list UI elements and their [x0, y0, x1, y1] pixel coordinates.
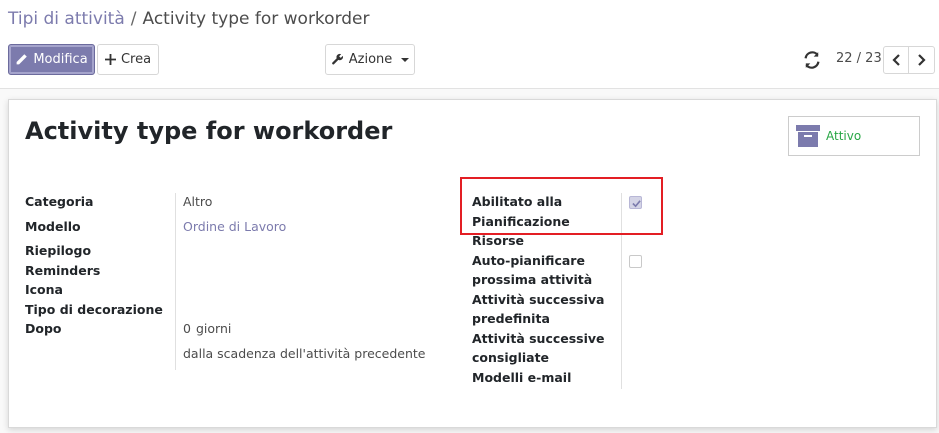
left-column-divider — [175, 193, 176, 370]
wrench-icon — [331, 53, 343, 65]
edit-button[interactable]: Modifica — [8, 44, 95, 75]
chevron-right-icon — [918, 54, 926, 66]
auto-schedule-checkbox[interactable] — [629, 255, 642, 268]
auto-schedule-label-line1: Auto-pianificare — [472, 253, 585, 268]
pager-next-button[interactable] — [908, 46, 935, 74]
category-value: Altro — [183, 194, 213, 209]
pencil-icon — [16, 54, 28, 65]
decoration-type-label: Tipo di decorazione — [25, 302, 163, 317]
after-unit: giorni — [196, 321, 232, 336]
default-next-activity-label-line1: Attività successiva — [472, 292, 605, 307]
edit-button-label: Modifica — [33, 52, 88, 67]
model-value-link[interactable]: Ordine di Lavoro — [183, 219, 286, 234]
after-note: dalla scadenza dell'attività precedente — [183, 346, 426, 361]
icon-label: Icona — [25, 282, 63, 297]
resources-label: Risorse — [472, 233, 525, 248]
model-label: Modello — [25, 219, 81, 234]
create-button[interactable]: Crea — [97, 44, 159, 75]
reminders-label: Reminders — [25, 263, 101, 278]
after-label: Dopo — [25, 321, 62, 336]
breadcrumb-current: Activity type for workorder — [142, 9, 370, 29]
email-templates-label: Modelli e-mail — [472, 370, 572, 385]
archive-icon — [796, 125, 820, 147]
create-button-label: Crea — [120, 52, 152, 67]
breadcrumb-separator: / — [130, 9, 137, 29]
refresh-icon[interactable] — [803, 51, 821, 69]
suggested-activities-label-line2: consigliate — [472, 350, 550, 365]
category-label: Categoria — [25, 194, 94, 209]
highlight-box — [460, 177, 663, 235]
suggested-activities-label-line1: Attività successive — [472, 331, 605, 346]
record-title: Activity type for workorder — [25, 117, 393, 145]
summary-label: Riepilogo — [25, 243, 92, 258]
chevron-down-icon — [401, 57, 410, 62]
chevron-left-icon — [891, 54, 900, 66]
auto-schedule-label-line2: prossima attività — [472, 272, 593, 287]
active-label: Attivo — [826, 129, 862, 143]
pager-value[interactable]: 22 / 23 — [836, 51, 882, 66]
default-next-activity-label-line2: predefinita — [472, 311, 550, 326]
breadcrumb: Tipi di attività / Activity type for worko… — [8, 9, 370, 29]
active-toggle-button[interactable]: Attivo — [788, 116, 920, 156]
after-value: 0 — [183, 321, 191, 336]
plus-icon — [104, 54, 116, 65]
breadcrumb-parent-link[interactable]: Tipi di attività — [8, 9, 125, 29]
action-button-label: Azione — [348, 52, 393, 67]
action-dropdown-button[interactable]: Azione — [325, 44, 415, 75]
pager-previous-button[interactable] — [883, 46, 909, 74]
